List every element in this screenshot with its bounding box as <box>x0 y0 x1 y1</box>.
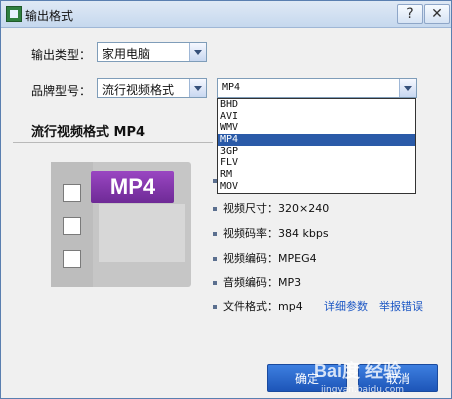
spec-video-codec: 视频编码：MPEG4 <box>213 250 317 266</box>
format-option-mp4[interactable]: MP4 <box>218 134 415 146</box>
title-bar: 输出格式 ? ✕ <box>1 1 451 28</box>
film-strip <box>51 162 93 287</box>
minimize-button[interactable]: ? <box>397 4 423 24</box>
output-type-value: 家用电脑 <box>102 47 151 61</box>
film-panel <box>99 204 185 262</box>
output-format-dialog: 输出格式 ? ✕ 输出类型： 家用电脑 品牌型号： 流行视频格式 MP4 流行视… <box>0 0 452 399</box>
spec-file-format: 文件格式：mp4 <box>213 298 303 314</box>
format-value: MP4 <box>222 82 241 93</box>
format-option-mov[interactable]: MOV <box>218 181 415 193</box>
film-hole <box>63 184 81 202</box>
format-option-flv[interactable]: FLV <box>218 157 415 169</box>
details-link[interactable]: 详细参数 <box>324 298 368 314</box>
report-error-link[interactable]: 举报错误 <box>379 298 423 314</box>
film-icon: MP4 <box>51 162 191 287</box>
close-icon: ✕ <box>431 6 443 22</box>
bullet-icon <box>213 257 217 261</box>
brand-model-value: 流行视频格式 <box>102 83 175 97</box>
spec-audio-codec: 音频编码：MP3 <box>213 274 301 290</box>
film-hole <box>63 250 81 268</box>
output-type-label: 输出类型： <box>31 48 92 62</box>
brand-model-label: 品牌型号： <box>31 84 92 98</box>
spec-resolution: 视频尺寸：320×240 <box>213 200 329 216</box>
format-option-rm[interactable]: RM <box>218 169 415 181</box>
section-title: 流行视频格式 MP4 <box>31 125 146 140</box>
close-button[interactable]: ✕ <box>424 4 450 24</box>
chevron-down-icon[interactable] <box>189 79 206 97</box>
film-hole <box>63 217 81 235</box>
output-type-select[interactable]: 家用电脑 <box>97 42 207 62</box>
divider <box>13 142 213 143</box>
format-option-bhd[interactable]: BHD <box>218 99 415 111</box>
bullet-icon <box>213 281 217 285</box>
chevron-down-icon[interactable] <box>399 79 416 97</box>
bullet-icon <box>213 305 217 309</box>
mp4-badge: MP4 <box>91 171 174 203</box>
format-option-avi[interactable]: AVI <box>218 111 415 123</box>
watermark-url: jingyan.baidu.com <box>321 385 405 395</box>
format-option-wmv[interactable]: WMV <box>218 122 415 134</box>
chevron-down-icon[interactable] <box>189 43 206 61</box>
brand-model-select[interactable]: 流行视频格式 <box>97 78 207 98</box>
format-options: BHD AVI WMV MP4 3GP FLV RM MOV <box>218 99 415 193</box>
spec-bitrate: 视频码率：384 kbps <box>213 225 329 241</box>
window-title: 输出格式 <box>25 9 74 23</box>
minimize-icon: ? <box>406 6 414 22</box>
watermark: Bai度 经验 <box>314 361 402 381</box>
bullet-icon <box>213 232 217 236</box>
format-select[interactable]: MP4 <box>217 78 417 98</box>
format-option-3gp[interactable]: 3GP <box>218 146 415 158</box>
bullet-icon <box>213 207 217 211</box>
format-dropdown-list[interactable]: BHD AVI WMV MP4 3GP FLV RM MOV <box>217 98 416 194</box>
app-icon <box>6 6 22 22</box>
